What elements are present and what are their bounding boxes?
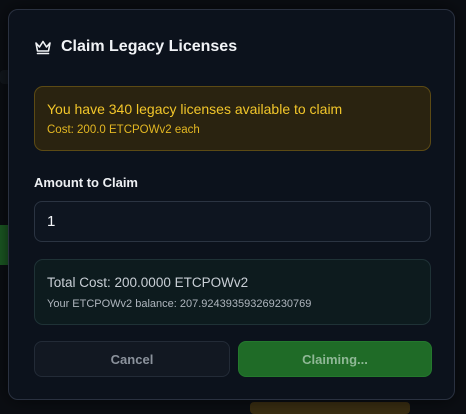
claim-licenses-dialog: Claim Legacy Licenses You have 340 legac… bbox=[8, 9, 455, 400]
amount-input[interactable] bbox=[34, 201, 431, 242]
claim-button[interactable]: Claiming... bbox=[238, 341, 432, 377]
amount-label: Amount to Claim bbox=[34, 175, 138, 190]
cost-summary: Total Cost: 200.0000 ETCPOWv2 Your ETCPO… bbox=[34, 259, 431, 325]
total-cost: Total Cost: 200.0000 ETCPOWv2 bbox=[47, 275, 249, 290]
notice-cost: Cost: 200.0 ETCPOWv2 each bbox=[47, 124, 200, 136]
cancel-button[interactable]: Cancel bbox=[34, 341, 230, 377]
dialog-header: Claim Legacy Licenses bbox=[34, 36, 237, 58]
crown-icon bbox=[34, 39, 52, 55]
notice-message: You have 340 legacy licenses available t… bbox=[47, 101, 343, 117]
wallet-balance: Your ETCPOWv2 balance: 207.9243935932692… bbox=[47, 298, 312, 310]
available-licenses-notice: You have 340 legacy licenses available t… bbox=[34, 86, 431, 151]
dialog-title: Claim Legacy Licenses bbox=[61, 38, 238, 55]
